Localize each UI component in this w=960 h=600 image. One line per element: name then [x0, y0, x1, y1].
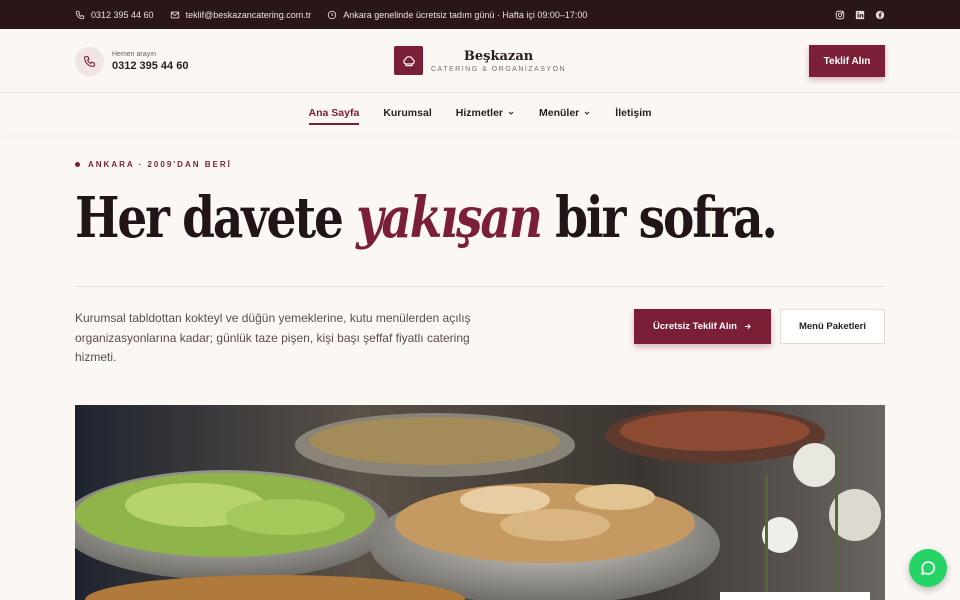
- hero-image: [75, 405, 885, 600]
- chat-bubble-icon: [920, 561, 936, 576]
- arrow-right-icon: [744, 323, 751, 330]
- nav-item-label: Kurumsal: [383, 106, 432, 119]
- divider: [75, 286, 885, 287]
- topbar-hours-text: Ankara genelinde ücretsiz tadım günü · H…: [343, 9, 588, 20]
- site-header: Hemen arayın 0312 395 44 60 Beşkazan CAT…: [0, 29, 960, 93]
- topbar-phone[interactable]: 0312 395 44 60: [75, 10, 154, 20]
- chevron-down-icon: [508, 111, 514, 115]
- headline-part-1: Her davete: [75, 185, 357, 251]
- hero-eyebrow-text: ANKARA · 2009'DAN BERİ: [88, 160, 232, 169]
- hero-eyebrow: ANKARA · 2009'DAN BERİ: [75, 160, 232, 169]
- headline-emphasis: yakışan: [356, 185, 543, 251]
- chef-hat-icon: [394, 46, 423, 75]
- free-quote-label: Ücretsiz Teklif Alın: [653, 321, 737, 332]
- hero-headline: Her davete yakışan bir sofra.: [75, 185, 778, 251]
- linkedin-icon[interactable]: [855, 10, 865, 20]
- nav-item-label: Ana Sayfa: [308, 106, 360, 119]
- social-links: [835, 10, 885, 20]
- instagram-icon[interactable]: [835, 10, 845, 20]
- phone-icon: [75, 47, 104, 76]
- topbar-email[interactable]: teklif@beskazancatering.com.tr: [170, 9, 312, 20]
- nav-item-home[interactable]: Ana Sayfa: [308, 106, 360, 125]
- whatsapp-chat-button[interactable]: [909, 549, 947, 587]
- main-nav: Ana Sayfa Kurumsal Hizmetler Menüler İle…: [0, 94, 960, 131]
- image-caption-card: [720, 592, 870, 600]
- chevron-down-icon: [584, 111, 590, 115]
- menu-packages-button[interactable]: Menü Paketleri: [780, 309, 885, 344]
- nav-item-label: Menüler: [539, 106, 580, 119]
- get-quote-button[interactable]: Teklif Alın: [809, 45, 885, 77]
- call-number: 0312 395 44 60: [112, 60, 189, 72]
- brand-name: Beşkazan: [463, 48, 534, 64]
- nav-item-label: Hizmetler: [455, 106, 504, 119]
- mail-icon: [170, 11, 179, 18]
- free-quote-button[interactable]: Ücretsiz Teklif Alın: [634, 309, 771, 344]
- dot-icon: [75, 162, 80, 167]
- clock-icon: [328, 10, 337, 19]
- nav-item-services[interactable]: Hizmetler: [456, 107, 515, 119]
- call-label: Hemen arayın: [112, 51, 156, 58]
- hero-description: Kurumsal tabldottan kokteyl ve düğün yem…: [75, 311, 471, 364]
- brand-logo[interactable]: Beşkazan CATERING & ORGANİZASYON: [394, 46, 566, 75]
- topbar-hours: Ankara genelinde ücretsiz tadım günü · H…: [327, 10, 587, 20]
- topbar-phone-text: 0312 395 44 60: [91, 9, 154, 20]
- facebook-icon[interactable]: [875, 10, 885, 20]
- call-now-block[interactable]: Hemen arayın 0312 395 44 60: [75, 47, 188, 76]
- nav-item-contact[interactable]: İletişim: [615, 107, 651, 119]
- top-info-bar: 0312 395 44 60 teklif@beskazancatering.c…: [0, 0, 960, 29]
- nav-item-menus[interactable]: Menüler: [539, 107, 591, 119]
- nav-item-label: İletişim: [615, 106, 652, 119]
- brand-tagline: CATERING & ORGANİZASYON: [431, 65, 567, 73]
- nav-item-corporate[interactable]: Kurumsal: [383, 107, 431, 119]
- headline-part-2: bir sofra.: [540, 185, 778, 251]
- topbar-email-text: teklif@beskazancatering.com.tr: [185, 9, 312, 20]
- phone-icon: [75, 10, 85, 19]
